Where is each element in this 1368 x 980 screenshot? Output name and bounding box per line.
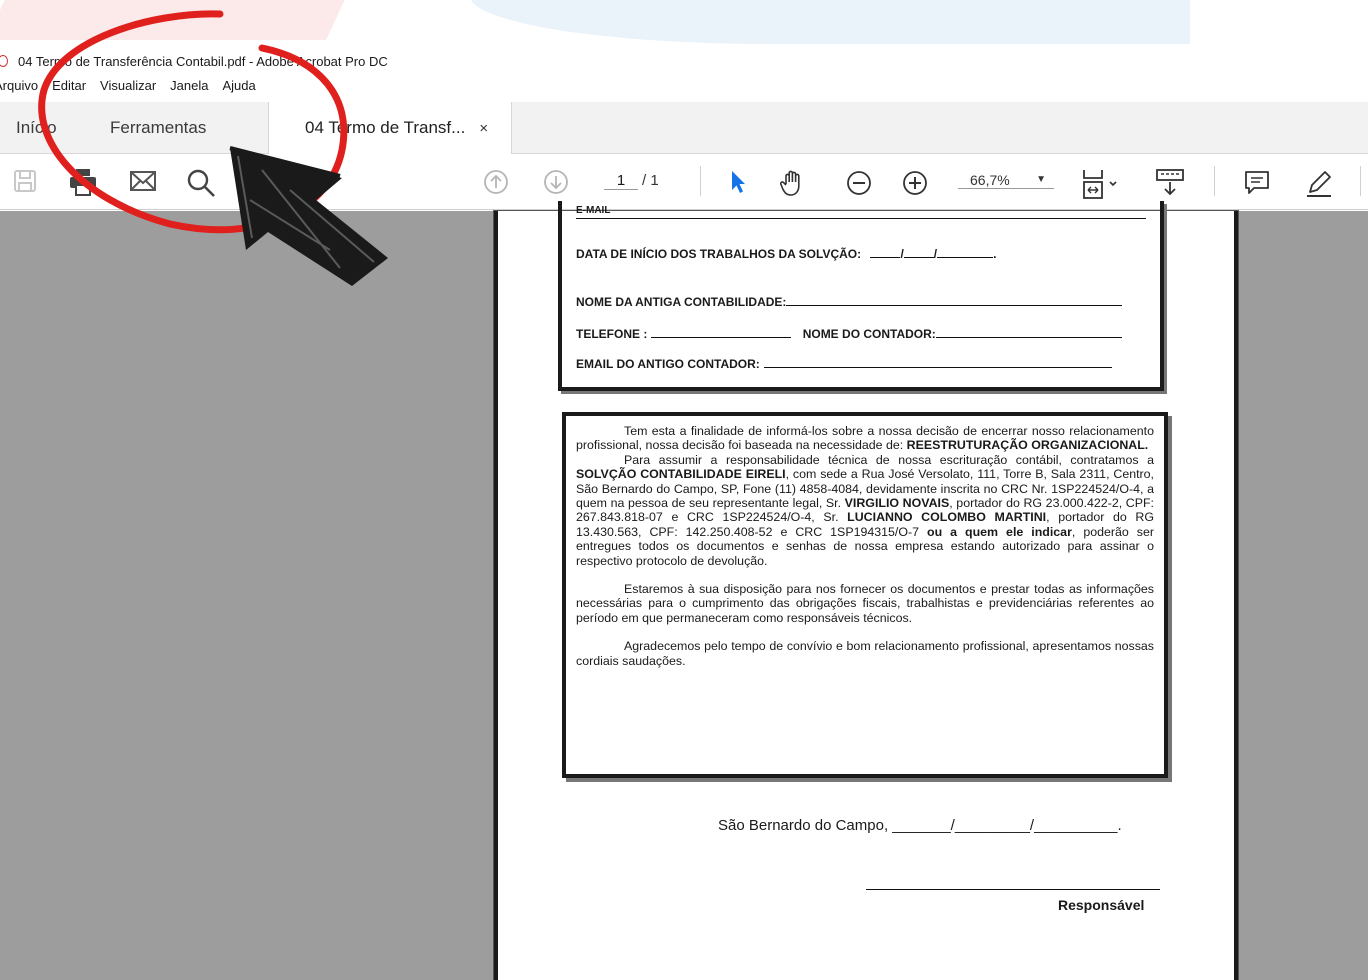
zoom-select[interactable]: 66,7% ▼ <box>958 172 1054 189</box>
chevron-down-icon: ▼ <box>1036 174 1046 185</box>
menu-visualizar[interactable]: Visualizar <box>100 78 156 100</box>
pdf-app-icon <box>0 55 8 67</box>
close-icon[interactable]: × <box>479 120 488 137</box>
menu-arquivo[interactable]: Arquivo <box>0 78 38 100</box>
print-icon[interactable] <box>68 168 98 196</box>
place-date-line: São Bernardo do Campo, _______/_________… <box>718 817 1122 834</box>
tab-document[interactable]: 04 Termo de Transf... × <box>268 102 512 154</box>
tab-document-label: 04 Termo de Transf... <box>305 118 466 137</box>
previous-firm-field: NOME DA ANTIGA CONTABILIDADE: <box>576 295 1123 309</box>
zoom-value: 66,7% <box>970 172 1010 188</box>
select-cursor-icon[interactable] <box>726 168 750 196</box>
toolbar-divider <box>700 166 701 196</box>
start-date-field: DATA DE INÍCIO DOS TRABALHOS DA SOLVÇÃO:… <box>576 247 997 261</box>
letter-paragraph-4: Agradecemos pelo tempo de convívio e bom… <box>576 639 1154 668</box>
menu-editar[interactable]: Editar <box>52 78 86 100</box>
email-field-line: E-MAIL <box>576 205 1146 219</box>
tab-home[interactable]: Início <box>16 102 57 154</box>
banner-blue-shape <box>470 0 1190 44</box>
banner-red-shape <box>0 0 354 40</box>
page-down-icon[interactable] <box>542 168 570 196</box>
tab-tools[interactable]: Ferramentas <box>110 102 206 154</box>
background-banner <box>0 0 1368 48</box>
scroll-mode-icon[interactable] <box>1154 168 1186 198</box>
hand-icon[interactable] <box>778 168 808 198</box>
document-viewer[interactable]: E-MAIL DATA DE INÍCIO DOS TRABALHOS DA S… <box>0 201 1368 980</box>
previous-email-field: EMAIL DO ANTIGO CONTADOR: <box>576 357 1112 371</box>
email-field-label: E-MAIL <box>576 205 611 216</box>
start-date-label: DATA DE INÍCIO DOS TRABALHOS DA SOLVÇÃO: <box>576 247 862 261</box>
email-icon[interactable] <box>128 168 158 194</box>
letter-paragraph-3: Estaremos à sua disposição para nos forn… <box>576 582 1154 625</box>
zoom-in-icon[interactable] <box>900 168 930 198</box>
save-icon[interactable] <box>12 168 38 194</box>
signature-line <box>866 889 1160 890</box>
highlight-pen-icon[interactable] <box>1304 168 1334 198</box>
letter-paragraph-2: Para assumir a responsabilidade técnica … <box>576 452 1155 568</box>
accountant-label: NOME DO CONTADOR: <box>802 327 936 341</box>
menu-janela[interactable]: Janela <box>170 78 208 100</box>
window-titlebar: 04 Termo de Transferência Contabil.pdf -… <box>0 50 388 72</box>
search-icon[interactable] <box>186 168 216 198</box>
fit-page-icon[interactable] <box>1080 168 1120 200</box>
form-fields-box: E-MAIL DATA DE INÍCIO DOS TRABALHOS DA S… <box>558 201 1164 391</box>
phone-field: TELEFONE : NOME DO CONTADOR: <box>576 327 1122 341</box>
letter-box: Tem esta a finalidade de informá-los sob… <box>562 412 1168 778</box>
window-title: 04 Termo de Transferência Contabil.pdf -… <box>18 53 388 69</box>
previous-email-label: EMAIL DO ANTIGO CONTADOR: <box>576 357 760 371</box>
page-total: / 1 <box>642 172 659 189</box>
toolbar-divider <box>1360 166 1361 196</box>
zoom-out-icon[interactable] <box>844 168 874 198</box>
comment-icon[interactable] <box>1242 168 1272 198</box>
pdf-page: E-MAIL DATA DE INÍCIO DOS TRABALHOS DA S… <box>493 201 1239 980</box>
previous-firm-label: NOME DA ANTIGA CONTABILIDADE: <box>576 295 787 309</box>
menu-ajuda[interactable]: Ajuda <box>222 78 255 100</box>
menu-bar: Arquivo Editar Visualizar Janela Ajuda <box>0 78 270 100</box>
signature-label: Responsável <box>1058 897 1145 913</box>
letter-paragraph-1: Tem esta a finalidade de informá-los sob… <box>576 424 1154 453</box>
tab-bar: Início Ferramentas 04 Termo de Transf...… <box>0 102 1368 154</box>
page-number-input[interactable]: 1 <box>604 172 638 190</box>
page-up-icon[interactable] <box>482 168 510 196</box>
toolbar-divider <box>1214 166 1215 196</box>
phone-label: TELEFONE : <box>576 327 648 341</box>
